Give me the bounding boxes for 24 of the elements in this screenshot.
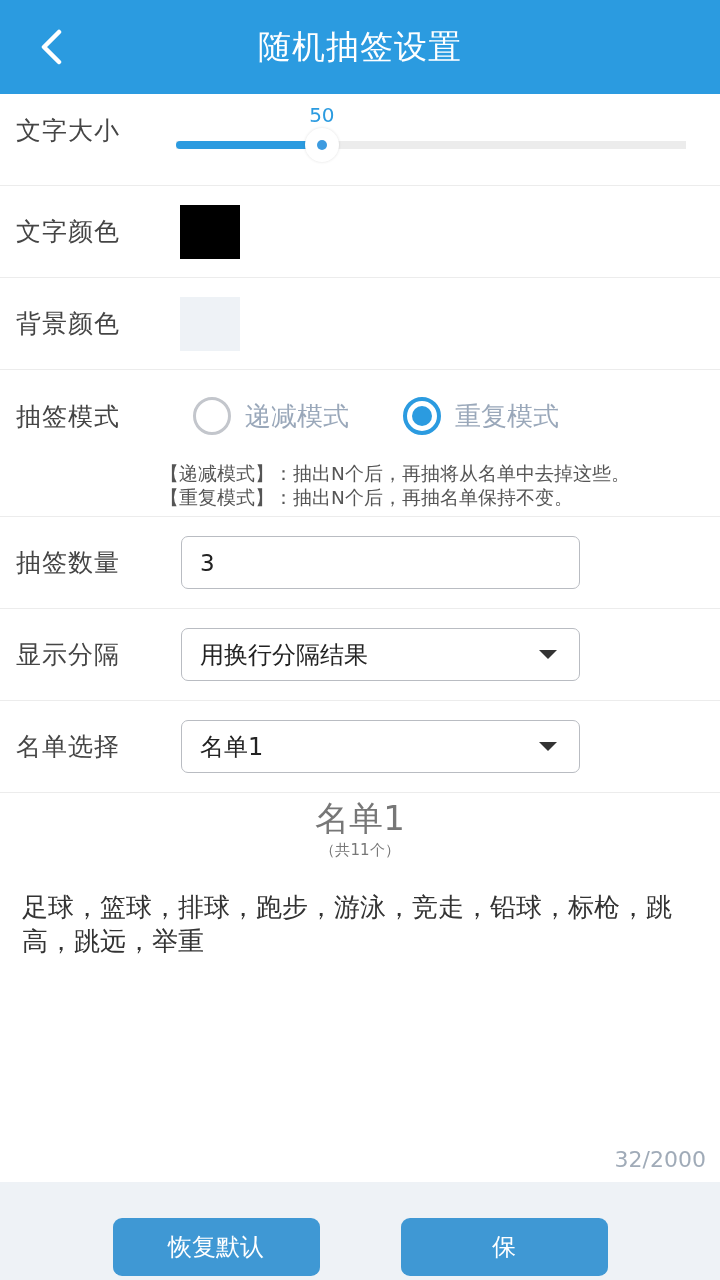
page-title: 随机抽签设置 [257,25,463,68]
mode-note: 【递减模式】：抽出N个后，再抽将从名单中去掉这些。 [160,462,631,486]
setting-label: 名单选择 [16,731,121,763]
setting-label: 文字大小 [16,115,121,147]
list-text-field[interactable]: 足球，篮球，排球，跑步，游泳，竞走，铅球，标枪，跳高，跳远，举重 [22,890,682,1147]
mode-note: 【重复模式】：抽出N个后，再抽名单保持不变。 [160,486,574,510]
char-counter: 32/2000 [614,1147,706,1172]
list-title: 名单1 [314,797,406,838]
setting-label: 文字颜色 [16,216,121,248]
setting-label: 抽签模式 [16,400,121,433]
count-input-field[interactable]: 3 [181,536,580,589]
chevron-left-icon [40,29,62,65]
list-count: （共11个） [319,840,401,860]
dropdown[interactable]: 名单1 [181,720,580,773]
slider-value: 50 [309,101,335,128]
slider-thumb[interactable] [304,127,339,162]
caret-down-icon [539,742,557,751]
dropdown[interactable]: 用换行分隔结果 [181,628,580,681]
setting-label: 显示分隔 [16,639,121,671]
setting-label: 背景颜色 [16,308,121,340]
caret-down-icon [539,650,557,659]
back-button[interactable] [40,29,62,65]
setting-label: 抽签数量 [16,547,121,579]
color-swatch[interactable] [180,204,240,259]
